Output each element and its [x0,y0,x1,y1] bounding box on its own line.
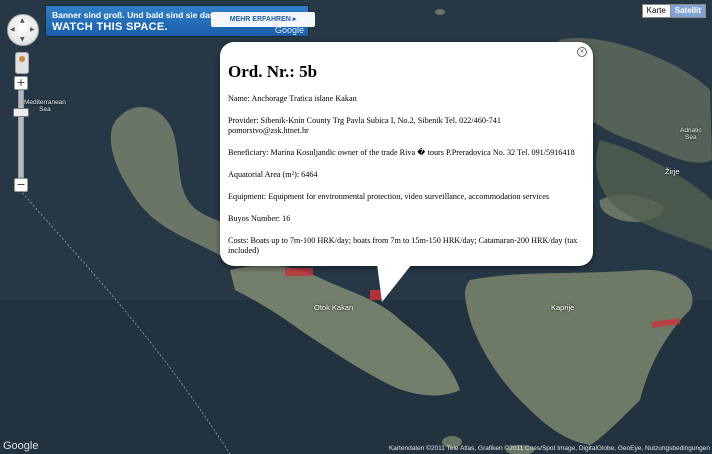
close-icon[interactable]: × [577,47,587,57]
info-buyos: Buyos Number: 16 [228,214,291,223]
label-adriatic-sea: Adriatic Sea [680,127,702,141]
banner-line2: WATCH THIS SPACE. [52,21,168,33]
label-kaprije: Kaprije [551,303,575,312]
info-provider: Provider: Sibenik-Knin County Trg Pavla … [228,116,501,135]
pan-up-icon[interactable]: ▲ [20,17,25,24]
google-logo: Google [3,440,39,452]
info-window-tail [377,264,412,302]
info-area: Aquatorial Area (m²): 6464 [228,170,318,179]
pan-left-icon[interactable]: ◀ [10,26,15,33]
ad-banner[interactable]: Banner sind groß. Und bald sind sie das … [46,6,315,36]
info-title: Ord. Nr.: 5b [228,62,318,81]
zoom-in-button[interactable]: + [14,76,28,90]
pan-control[interactable]: ▲ ▼ ◀ ▶ [7,14,39,46]
map-type-karte-button[interactable]: Karte [641,4,671,18]
pan-down-icon[interactable]: ▼ [20,36,25,43]
info-equipment: Equipment: Equipment for environmental p… [228,192,550,201]
label-mediterranean-sea: Mediterranean Sea [24,99,66,113]
map-copyright[interactable]: Kartendaten ©2011 Tele Atlas, Grafiken ©… [389,445,710,452]
map-type-control: Karte Satellit [641,4,706,18]
info-costs: Costs: Boats up to 7m-100 HRK/day; boats… [228,236,578,255]
zoom-out-button[interactable]: − [14,178,28,192]
zoom-slider-track[interactable] [18,90,24,178]
info-beneficiary: Beneficiary: Marina Kosuljandic owner of… [228,148,575,157]
info-fields: Name: Anchorage Tratica islane Kakan Pro… [228,94,583,268]
info-name: Name: Anchorage Tratica islane Kakan [228,94,357,103]
label-otok-kakan: Otok Kakan [314,303,354,312]
label-zirje: Žirje [665,167,680,176]
pan-right-icon[interactable]: ▶ [30,26,35,33]
zoom-slider-handle[interactable] [13,108,29,117]
street-view-pegman-icon[interactable] [15,52,29,74]
map-type-satellit-button[interactable]: Satellit [670,4,706,18]
banner-google-label: Google [274,25,304,35]
info-window: × Ord. Nr.: 5b Name: Anchorage Tratica i… [220,42,593,266]
